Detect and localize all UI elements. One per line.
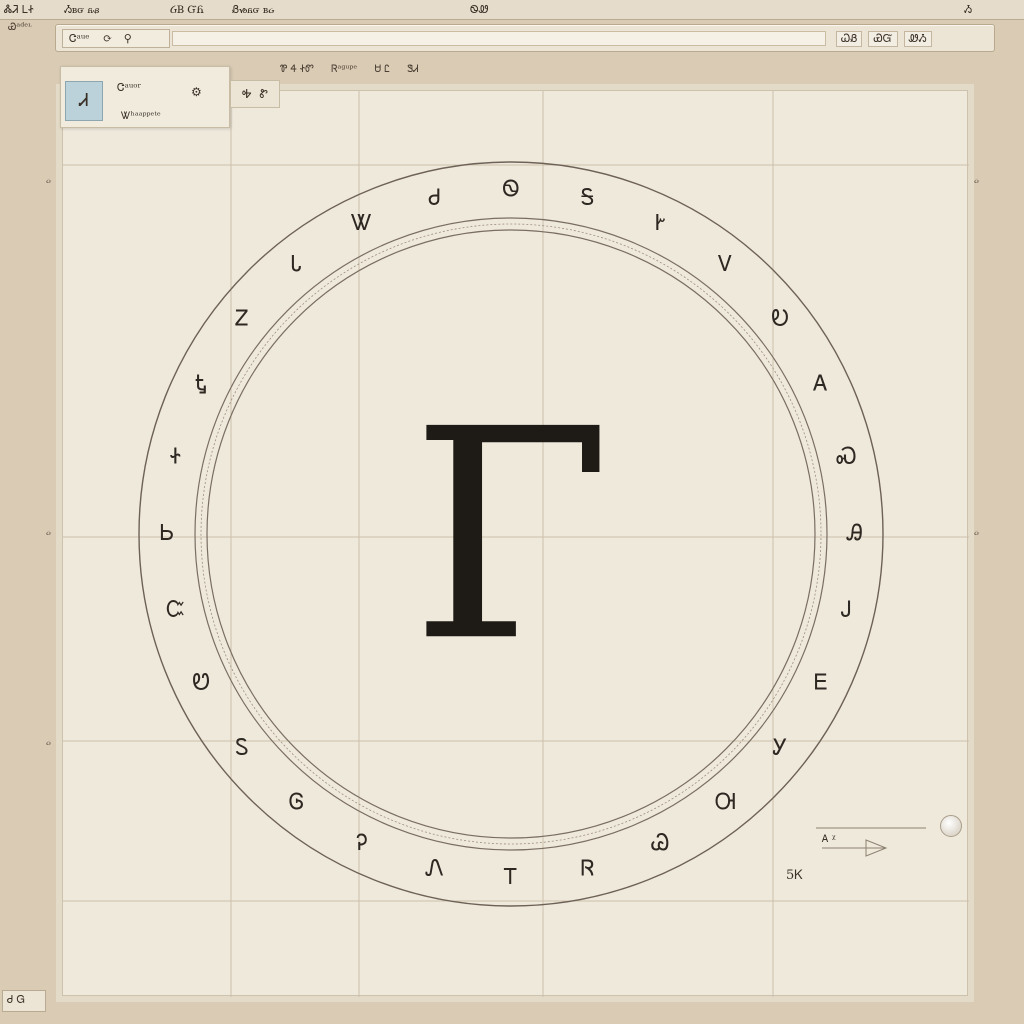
menu-item-edit[interactable]: Ᏹᏼᏻ ᏺᏸ xyxy=(64,3,99,17)
ring-label: Ꭻ xyxy=(840,598,851,623)
ring-label: Ꭼ xyxy=(814,670,828,695)
panel-controls: Ꭽ Ꮡ xyxy=(230,80,280,108)
menu-item-insert[interactable]: Ᏸᏹᏺᏻ ᏼᏽ xyxy=(232,3,274,17)
panel-control-a[interactable]: Ꭽ xyxy=(242,87,251,102)
ring-label: Ꭿ xyxy=(846,521,863,546)
ring-label: Ꮝ xyxy=(836,445,856,470)
menu-item-help[interactable]: Ᏹ xyxy=(964,3,972,17)
ring-label: Ꭹ xyxy=(772,736,787,761)
ring-label: Ꭲ xyxy=(503,865,517,890)
side-number: ᏽ xyxy=(974,528,979,538)
ribbon-item-3[interactable]: Ꮜ Ꮭ xyxy=(374,64,390,75)
menu-item-view[interactable]: ᏵᏴ ᏳᏲ xyxy=(170,3,204,17)
ring-label: Ꮻ xyxy=(502,177,519,202)
open-button-label: Ꮳᵃᵘᵉ xyxy=(69,32,90,45)
ring-label: Ꮸ xyxy=(166,598,185,623)
ring-label: Ꮣ xyxy=(291,252,302,277)
ribbon-item-4[interactable]: ᏕᏗ xyxy=(407,64,418,75)
ring-label: Ꮏ xyxy=(195,372,207,397)
status-corner[interactable]: Ꮷ Ꮐ xyxy=(2,990,46,1012)
ring-label: Ꮼ xyxy=(192,670,210,695)
ring-label: Ꭶ xyxy=(581,186,595,211)
ring-label: Ꭾ xyxy=(356,831,367,856)
ring-label: Ꮓ xyxy=(235,307,249,332)
ring-label: Ꮤ xyxy=(350,211,372,236)
toolbar: Ꮳᵃᵘᵉ ⟳ ⚲ ᏇᏰ ᏯᏳ ᏪᏱ xyxy=(55,24,995,52)
zoom-label: 5Ꮶ xyxy=(786,868,804,883)
ring-label: Ꭸ xyxy=(655,211,665,236)
scroll-knob[interactable] xyxy=(940,815,962,837)
ring-label: Ꮷ xyxy=(428,186,440,211)
toolbar-right-buttons: ᏇᏰ ᏯᏳ ᏪᏱ xyxy=(836,30,986,48)
side-number: ᏽ xyxy=(974,176,979,186)
ribbon-item-2[interactable]: Ꮢᵃᵍᵘᵖᵉ xyxy=(331,64,357,75)
ring-label: Ꮩ xyxy=(717,252,732,277)
arrow-tool[interactable]: Ꭺ ᵡ xyxy=(816,826,926,862)
menubar: ᏜᏘ ᏞᏐ Ᏹᏼᏻ ᏺᏸ ᏵᏴ ᏳᏲ Ᏸᏹᏺᏻ ᏼᏽ ᏫᏪ Ᏹ xyxy=(0,0,1024,20)
refresh-icon[interactable]: ⟳ xyxy=(103,32,112,45)
document-label: Ꮿᵃᵈᵉᶫ xyxy=(8,22,32,33)
ring-label: Ꮑ xyxy=(425,856,443,881)
toolbar-button-2[interactable]: ᏯᏳ xyxy=(868,31,898,47)
ring-label: Ꭺ xyxy=(813,372,829,397)
ring-label: Ꮠ xyxy=(170,445,181,470)
ring-label: Ꮟ xyxy=(160,521,174,546)
panel-control-b[interactable]: Ꮡ xyxy=(259,87,267,102)
toolbar-button-1[interactable]: ᏇᏰ xyxy=(836,31,863,47)
side-number: ᏽ xyxy=(46,528,51,538)
side-number: ᏽ xyxy=(46,738,51,748)
toolbar-button-3[interactable]: ᏪᏱ xyxy=(903,31,932,47)
arrow-tool-label: Ꭺ ᵡ xyxy=(822,834,836,845)
layer-title: Ꮳᵃᵘᵒʳ xyxy=(117,81,142,94)
layer-subtitle: Ꮤʰᵃᵃᵖᵖᵉᵗᵉ xyxy=(121,111,161,122)
ring-label: Ꭷ xyxy=(771,307,789,332)
ring-label: Ꮚ xyxy=(651,831,670,856)
menu-item-file[interactable]: ᏜᏘ ᏞᏐ xyxy=(4,3,34,17)
ribbon: Ꮘ Ꮞ ᏐᏛ Ꮢᵃᵍᵘᵖᵉ Ꮜ Ꮭ ᏕᏗ xyxy=(280,64,433,75)
open-button[interactable]: Ꮳᵃᵘᵉ ⟳ ⚲ xyxy=(62,29,170,48)
ring-label: Ꮢ xyxy=(580,856,594,881)
layer-panel[interactable]: Ꮧ Ꮳᵃᵘᵒʳ ⚙ Ꮤʰᵃᵃᵖᵖᵉᵗᵉ xyxy=(60,66,230,128)
ring-label: Ꮆ xyxy=(289,790,305,815)
menu-item-tools[interactable]: ᏫᏪ xyxy=(470,3,488,17)
address-bar[interactable] xyxy=(172,31,826,46)
ring-label: Ꮊ xyxy=(715,790,736,815)
ring-label: Ꮪ xyxy=(235,736,249,761)
center-glyph: Γ xyxy=(410,368,611,705)
layer-thumbnail[interactable]: Ꮧ xyxy=(65,81,103,121)
side-number: ᏽ xyxy=(46,176,51,186)
gear-icon[interactable]: ⚙ xyxy=(191,85,202,99)
ribbon-item-1[interactable]: Ꮘ Ꮞ ᏐᏛ xyxy=(280,64,314,75)
small-icon[interactable]: ⚲ xyxy=(124,32,132,45)
